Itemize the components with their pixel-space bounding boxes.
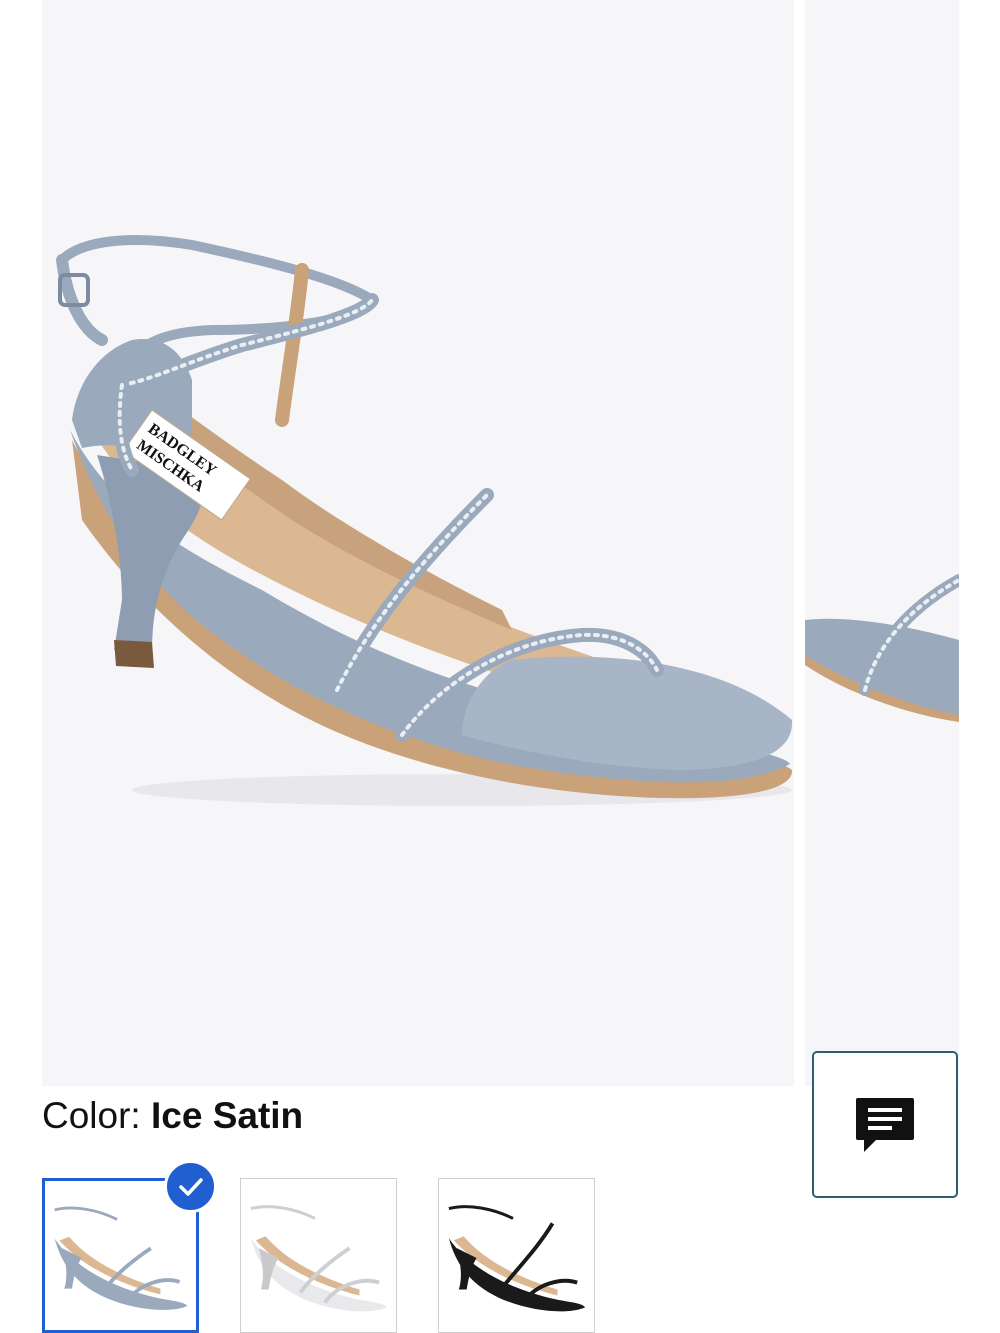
sandal-image-partial xyxy=(805,574,959,722)
product-image-next[interactable] xyxy=(805,0,959,1086)
chat-button[interactable] xyxy=(812,1051,958,1198)
swatch-thumbnail xyxy=(439,1179,594,1332)
checkmark-icon xyxy=(178,1177,203,1196)
sandal-image: BADGLEY MISCHKA xyxy=(56,235,793,806)
swatch-thumbnail xyxy=(241,1179,396,1332)
color-label: Color: xyxy=(42,1095,141,1136)
product-image-main[interactable]: BADGLEY MISCHKA xyxy=(42,0,794,1086)
chat-bubble-icon xyxy=(856,1097,914,1152)
swatch-white-satin[interactable] xyxy=(240,1178,397,1333)
product-image-carousel[interactable]: BADGLEY MISCHKA xyxy=(0,0,1000,1086)
color-swatch-list xyxy=(42,1178,602,1333)
selected-color-label: Color: Ice Satin xyxy=(42,1094,303,1138)
selected-check-badge xyxy=(164,1160,217,1213)
color-value: Ice Satin xyxy=(150,1095,304,1136)
swatch-black-satin[interactable] xyxy=(438,1178,595,1333)
